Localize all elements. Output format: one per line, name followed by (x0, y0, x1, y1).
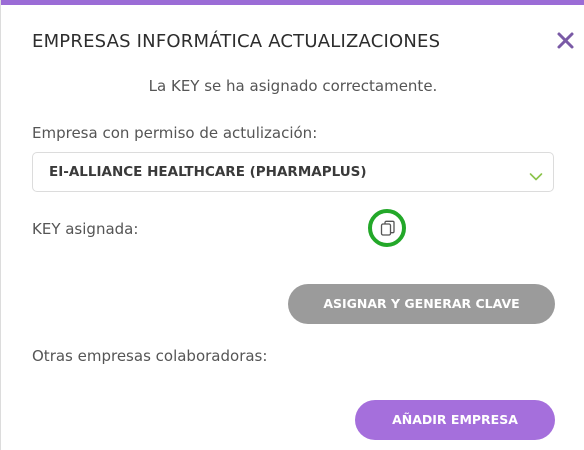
assign-generate-key-button[interactable]: ASIGNAR Y GENERAR CLAVE (288, 284, 555, 324)
collaborators-label: Otras empresas colaboradoras: (32, 347, 268, 365)
copy-key-button[interactable] (368, 209, 406, 247)
success-message: La KEY se ha asignado correctamente. (148, 77, 438, 95)
company-select[interactable]: EI-ALLIANCE HEALTHCARE (PHARMAPLUS) (32, 152, 554, 192)
company-update-dialog: EMPRESAS INFORMÁTICA ACTUALIZACIONES La … (0, 0, 584, 450)
dialog-accent-bar (1, 0, 584, 5)
dialog-title: EMPRESAS INFORMÁTICA ACTUALIZACIONES (32, 31, 441, 52)
close-icon[interactable] (553, 27, 581, 55)
key-field-label: KEY asignada: (32, 220, 139, 238)
company-field-label: Empresa con permiso de actulización: (32, 124, 318, 142)
company-select-value: EI-ALLIANCE HEALTHCARE (PHARMAPLUS) (49, 164, 367, 180)
chevron-down-icon (529, 167, 543, 181)
copy-icon (380, 220, 395, 236)
add-company-button[interactable]: AÑADIR EMPRESA (355, 400, 555, 440)
